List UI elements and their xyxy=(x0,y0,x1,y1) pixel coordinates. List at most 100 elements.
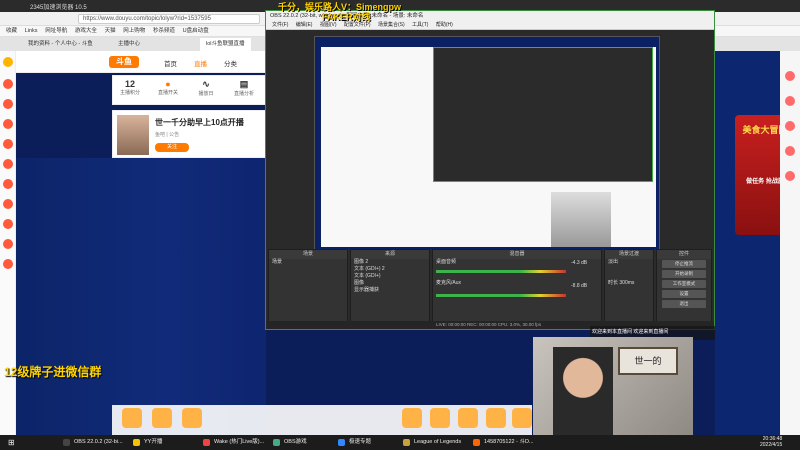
stat-points[interactable]: 12 主播积分 xyxy=(115,79,145,96)
bookmark-item[interactable]: Links xyxy=(25,26,38,37)
tool-icon[interactable] xyxy=(785,96,795,106)
category-icon[interactable] xyxy=(3,79,13,89)
browser-tab[interactable]: 我的资料 - 个人中心 - 斗鱼 xyxy=(22,38,99,51)
source-item[interactable]: 图像 2 xyxy=(351,259,429,266)
studio-mode-button[interactable]: 工作室模式 xyxy=(662,280,706,288)
bookmark-item[interactable]: 秒杀频道 xyxy=(153,26,175,37)
transitions-dock: 场景过渡 淡出 时长 300ms xyxy=(604,249,654,329)
stat-live-switch[interactable]: ● 直播开关 xyxy=(153,79,183,96)
nav-live[interactable]: 直播 xyxy=(194,58,207,68)
sources-title: 来源 xyxy=(351,250,429,259)
gift-icon[interactable] xyxy=(402,408,422,428)
taskbar-item[interactable]: 极速专题 xyxy=(335,436,375,449)
settings-button[interactable]: 设置 xyxy=(662,290,706,298)
obs-preview[interactable] xyxy=(314,36,660,254)
gift-icon[interactable] xyxy=(430,408,450,428)
page-background xyxy=(16,158,266,435)
stream-meta: 鱼吧 | 公告 xyxy=(155,132,180,138)
source-item[interactable]: 文本 (GDI+) 2 xyxy=(351,266,429,273)
stop-stream-button[interactable]: 停止推流 xyxy=(662,260,706,268)
start-icon[interactable]: ⊞ xyxy=(4,436,19,449)
wall-sign: 世一的 xyxy=(618,347,678,375)
gift-icon[interactable] xyxy=(152,408,172,428)
webcam-overlay: 世一的 xyxy=(533,337,693,450)
obs-menu-help[interactable]: 帮助(H) xyxy=(436,22,453,28)
gift-icon[interactable] xyxy=(458,408,478,428)
obs-menu-tools[interactable]: 工具(T) xyxy=(412,22,428,28)
source-item[interactable]: 显示器捕获 xyxy=(351,287,429,294)
source-item[interactable]: 图像 xyxy=(351,280,429,287)
home-icon[interactable] xyxy=(3,57,13,67)
category-icon[interactable] xyxy=(3,179,13,189)
mixer-track-db: -8.8 dB xyxy=(571,283,588,289)
browser-tab[interactable]: 主播中心 xyxy=(112,38,146,51)
obs-menu-file[interactable]: 文件(F) xyxy=(272,22,288,28)
category-icon[interactable] xyxy=(3,219,13,229)
streamer-avatar[interactable] xyxy=(117,115,149,155)
mixer-dock: 混音器 桌面音频 -4.3 dB 麦克风/Aux -8.8 dB xyxy=(432,249,602,329)
mixer-track-db: -4.3 dB xyxy=(571,260,588,266)
category-icon[interactable] xyxy=(3,139,13,149)
gift-icon[interactable] xyxy=(486,408,506,428)
bookmark-item[interactable]: 游戏大全 xyxy=(75,26,97,37)
category-icon[interactable] xyxy=(3,159,13,169)
taskbar: ⊞ OBS 22.0.2 (32-bi... YY开播 Wake (热门Live… xyxy=(0,435,800,450)
taskbar-item[interactable]: OBS游戏 xyxy=(270,436,311,449)
duration-value[interactable]: 300ms xyxy=(619,280,634,286)
start-record-button[interactable]: 开始录制 xyxy=(662,270,706,278)
exit-button[interactable]: 退出 xyxy=(662,300,706,308)
bookmark-item[interactable]: 收藏 xyxy=(6,26,17,37)
anchor-stats: 12 主播积分 ● 直播开关 ∿ 播放日 ▤ 直播分析 xyxy=(112,75,266,105)
obs-menu-scenes[interactable]: 场景集合(S) xyxy=(378,22,405,28)
system-clock[interactable]: 20:36:48 2022/4/15 xyxy=(760,436,782,448)
category-icon[interactable] xyxy=(3,239,13,249)
category-icon[interactable] xyxy=(3,199,13,209)
bookmark-item[interactable]: U盘启动盘 xyxy=(183,26,209,37)
right-toolbar xyxy=(780,51,800,435)
category-icon[interactable] xyxy=(3,99,13,109)
stream-headline-2: FAKER对线 xyxy=(322,12,371,22)
bookmark-item[interactable]: 网址导航 xyxy=(45,26,67,37)
taskbar-item[interactable]: OBS 22.0.2 (32-bi... xyxy=(60,436,127,449)
follow-button[interactable]: 关注 xyxy=(155,143,189,152)
gift-icon[interactable] xyxy=(512,408,532,428)
category-icon[interactable] xyxy=(3,119,13,129)
bookmark-item[interactable]: 网上购物 xyxy=(123,26,145,37)
tool-icon[interactable] xyxy=(785,146,795,156)
tool-icon[interactable] xyxy=(785,171,795,181)
stream-title: 世一千分助早上10点开播 xyxy=(155,118,244,127)
stat-play-day[interactable]: ∿ 播放日 xyxy=(191,79,221,97)
bookmark-item[interactable]: 天猫 xyxy=(105,26,116,37)
preview-captured-webcam xyxy=(551,192,611,247)
category-icon[interactable] xyxy=(3,259,13,269)
taskbar-item[interactable]: League of Legends xyxy=(400,436,465,449)
browser-tab-active[interactable]: lol斗鱼联盟直播 xyxy=(200,38,251,51)
obs-docks: 场景 场景 来源 图像 2 文本 (GDI+) 2 文本 (GDI+) 图像 显… xyxy=(266,249,714,329)
taskbar-item[interactable]: YY开播 xyxy=(130,436,166,449)
nav-category[interactable]: 分类 xyxy=(224,58,237,68)
taskbar-item[interactable]: 1458705122 - 斗D... xyxy=(470,436,538,449)
gift-icon[interactable] xyxy=(182,408,202,428)
douyu-logo[interactable]: 斗鱼 xyxy=(109,56,139,68)
streamer-card: 世一千分助早上10点开播 鱼吧 | 公告 关注 xyxy=(112,110,266,158)
douyu-header: 斗鱼 首页 直播 分类 xyxy=(16,51,266,73)
url-bar[interactable]: https://www.douyu.com/topic/lolyw?rid=15… xyxy=(78,14,260,24)
obs-menu-edit[interactable]: 编辑(E) xyxy=(296,22,313,28)
scenes-title: 场景 xyxy=(269,250,347,259)
audio-meter xyxy=(436,270,566,273)
mixer-title: 混音器 xyxy=(433,250,601,259)
tool-icon[interactable] xyxy=(785,121,795,131)
source-item[interactable]: 文本 (GDI+) xyxy=(351,273,429,280)
taskbar-item[interactable]: Wake (热门Live版)... xyxy=(200,436,268,449)
overlay-text: 12级牌子进微信群 xyxy=(4,365,102,379)
sources-dock: 来源 图像 2 文本 (GDI+) 2 文本 (GDI+) 图像 显示器捕获 xyxy=(350,249,430,329)
stat-analysis[interactable]: ▤ 直播分析 xyxy=(229,79,259,97)
transition-type[interactable]: 淡出 xyxy=(605,259,653,266)
scene-item[interactable]: 场景 xyxy=(269,259,347,266)
tool-icon[interactable] xyxy=(785,71,795,81)
nav-home[interactable]: 首页 xyxy=(164,58,177,68)
obs-window: OBS 22.0.2 (32-bit, windows) - 配置文件: 未命名… xyxy=(265,10,715,330)
transitions-title: 场景过渡 xyxy=(605,250,653,259)
gift-icon[interactable] xyxy=(122,408,142,428)
duration-label: 时长 xyxy=(608,280,619,286)
